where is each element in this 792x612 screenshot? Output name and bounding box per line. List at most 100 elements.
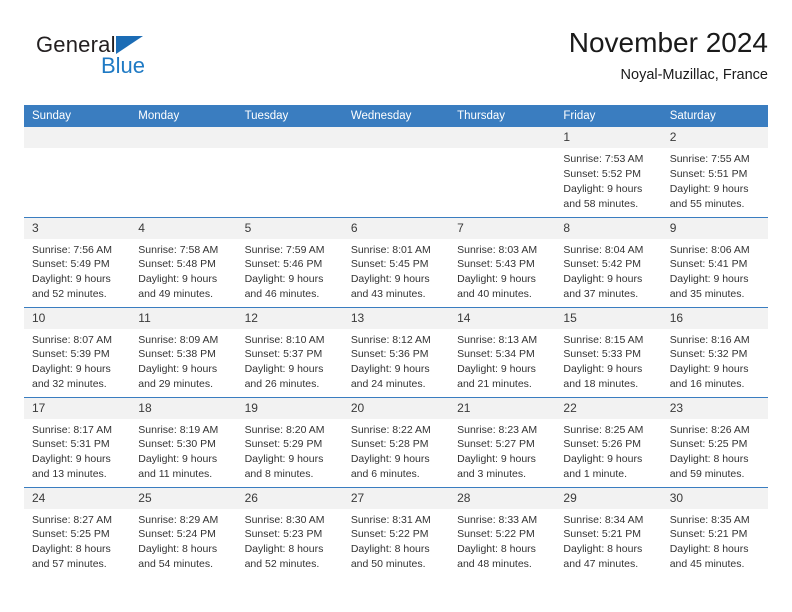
calendar-day-cell-empty xyxy=(342,127,450,217)
calendar-day-cell[interactable]: 28 Sunrise: 8:33 AM Sunset: 5:22 PM Dayligh… xyxy=(449,486,556,577)
day-details: Sunrise: 8:26 AM Sunset: 5:25 PM Daylight:… xyxy=(662,419,768,483)
calendar-day-cell[interactable]: 27 Sunrise: 8:31 AM Sunset: 5:22 PM Dayligh… xyxy=(342,486,450,577)
sunrise-text: Sunrise: 8:23 AM xyxy=(457,423,538,436)
calendar-day-cell-empty xyxy=(24,127,131,217)
calendar-day-cell[interactable]: 10 Sunrise: 8:07 AM Sunset: 5:39 PM Dayligh… xyxy=(24,306,131,397)
sunset-text: Sunset: 5:25 PM xyxy=(32,528,110,541)
day-number: 28 xyxy=(449,487,556,509)
day-number: 6 xyxy=(342,217,450,239)
day-number: 27 xyxy=(342,487,450,509)
daylight-text-line1: Daylight: 9 hours xyxy=(138,453,218,466)
daylight-text-line2: and 54 minutes. xyxy=(138,558,213,571)
calendar-day-cell[interactable]: 8 Sunrise: 8:04 AM Sunset: 5:42 PM Daylight… xyxy=(555,216,662,307)
day-details: Sunrise: 7:53 AM Sunset: 5:52 PM Daylight:… xyxy=(555,148,661,212)
daylight-text-line1: Daylight: 9 hours xyxy=(244,363,324,376)
calendar-day-cell[interactable]: 29 Sunrise: 8:34 AM Sunset: 5:21 PM Dayligh… xyxy=(555,486,662,577)
calendar-week-row: 10 Sunrise: 8:07 AM Sunset: 5:39 PM Dayligh… xyxy=(24,306,768,397)
calendar-day-cell[interactable]: 25 Sunrise: 8:29 AM Sunset: 5:24 PM Dayligh… xyxy=(130,486,237,577)
general-blue-logo[interactable]: General Blue xyxy=(36,34,216,90)
sunrise-text: Sunrise: 7:58 AM xyxy=(138,243,219,256)
day-details: Sunrise: 7:55 AM Sunset: 5:51 PM Daylight:… xyxy=(662,148,768,212)
daylight-text-line1: Daylight: 9 hours xyxy=(32,453,111,466)
calendar-day-cell[interactable]: 21 Sunrise: 8:23 AM Sunset: 5:27 PM Dayligh… xyxy=(449,396,556,487)
calendar-day-cell[interactable]: 3 Sunrise: 7:56 AM Sunset: 5:49 PM Daylight… xyxy=(24,216,131,307)
daylight-text-line2: and 13 minutes. xyxy=(32,468,107,481)
day-details: Sunrise: 8:34 AM Sunset: 5:21 PM Daylight:… xyxy=(555,509,661,573)
calendar-day-cell[interactable]: 5 Sunrise: 7:59 AM Sunset: 5:46 PM Daylight… xyxy=(236,216,343,307)
calendar-day-cell[interactable]: 12 Sunrise: 8:10 AM Sunset: 5:37 PM Dayligh… xyxy=(236,306,343,397)
sunrise-text: Sunrise: 8:20 AM xyxy=(244,423,325,436)
daylight-text-line1: Daylight: 9 hours xyxy=(350,453,430,466)
weekday-header-wednesday: Wednesday xyxy=(342,105,450,127)
sunset-text: Sunset: 5:21 PM xyxy=(563,528,642,541)
daylight-text-line2: and 3 minutes. xyxy=(457,468,527,481)
calendar-day-cell[interactable]: 18 Sunrise: 8:19 AM Sunset: 5:30 PM Dayligh… xyxy=(130,396,237,487)
calendar-day-cell[interactable]: 1 Sunrise: 7:53 AM Sunset: 5:52 PM Daylight… xyxy=(555,127,662,217)
day-number: 26 xyxy=(236,487,343,509)
sunrise-text: Sunrise: 8:29 AM xyxy=(138,513,219,526)
daylight-text-line1: Daylight: 9 hours xyxy=(350,273,430,286)
calendar-day-cell[interactable]: 15 Sunrise: 8:15 AM Sunset: 5:33 PM Dayligh… xyxy=(555,306,662,397)
daylight-text-line2: and 48 minutes. xyxy=(457,558,532,571)
calendar-day-cell[interactable]: 22 Sunrise: 8:25 AM Sunset: 5:26 PM Dayligh… xyxy=(555,396,662,487)
day-number xyxy=(342,127,450,148)
calendar-day-cell[interactable]: 23 Sunrise: 8:26 AM Sunset: 5:25 PM Dayligh… xyxy=(661,396,768,487)
sunrise-text: Sunrise: 8:25 AM xyxy=(563,423,644,436)
brand-triangle-icon xyxy=(116,36,143,54)
day-number xyxy=(449,127,556,148)
sunset-text: Sunset: 5:21 PM xyxy=(669,528,748,541)
day-details: Sunrise: 8:25 AM Sunset: 5:26 PM Daylight:… xyxy=(555,419,661,483)
calendar-day-cell[interactable]: 6 Sunrise: 8:01 AM Sunset: 5:45 PM Daylight… xyxy=(342,216,450,307)
sunset-text: Sunset: 5:22 PM xyxy=(350,528,429,541)
calendar-day-cell[interactable]: 16 Sunrise: 8:16 AM Sunset: 5:32 PM Dayligh… xyxy=(661,306,768,397)
day-details: Sunrise: 8:04 AM Sunset: 5:42 PM Daylight:… xyxy=(555,239,661,303)
daylight-text-line2: and 18 minutes. xyxy=(563,378,639,391)
day-details: Sunrise: 8:33 AM Sunset: 5:22 PM Daylight:… xyxy=(449,509,555,573)
calendar-week-row: 3 Sunrise: 7:56 AM Sunset: 5:49 PM Daylight… xyxy=(24,216,768,307)
calendar-day-cell[interactable]: 19 Sunrise: 8:20 AM Sunset: 5:29 PM Dayligh… xyxy=(236,396,343,487)
calendar-day-cell[interactable]: 9 Sunrise: 8:06 AM Sunset: 5:41 PM Daylight… xyxy=(661,216,768,307)
calendar-day-cell[interactable]: 20 Sunrise: 8:22 AM Sunset: 5:28 PM Dayligh… xyxy=(342,396,450,487)
calendar-day-cell[interactable]: 14 Sunrise: 8:13 AM Sunset: 5:34 PM Dayligh… xyxy=(449,306,556,397)
sunrise-text: Sunrise: 8:27 AM xyxy=(32,513,112,526)
daylight-text-line2: and 8 minutes. xyxy=(244,468,314,481)
sunrise-text: Sunrise: 8:16 AM xyxy=(669,333,750,346)
day-details: Sunrise: 7:59 AM Sunset: 5:46 PM Daylight:… xyxy=(237,239,343,303)
day-details: Sunrise: 8:06 AM Sunset: 5:41 PM Daylight:… xyxy=(662,239,768,303)
calendar-day-cell[interactable]: 17 Sunrise: 8:17 AM Sunset: 5:31 PM Dayligh… xyxy=(24,396,131,487)
sunrise-text: Sunrise: 8:26 AM xyxy=(669,423,750,436)
calendar-day-cell[interactable]: 24 Sunrise: 8:27 AM Sunset: 5:25 PM Dayligh… xyxy=(24,486,131,577)
daylight-text-line1: Daylight: 8 hours xyxy=(669,543,749,556)
weekday-header-monday: Monday xyxy=(130,105,237,127)
page-title: November 2024 xyxy=(568,27,768,58)
calendar-day-cell[interactable]: 11 Sunrise: 8:09 AM Sunset: 5:38 PM Dayligh… xyxy=(130,306,237,397)
daylight-text-line1: Daylight: 9 hours xyxy=(563,453,643,466)
calendar-day-cell[interactable]: 4 Sunrise: 7:58 AM Sunset: 5:48 PM Daylight… xyxy=(130,216,237,307)
sunset-text: Sunset: 5:46 PM xyxy=(244,258,323,271)
daylight-text-line1: Daylight: 9 hours xyxy=(563,273,643,286)
sunrise-text: Sunrise: 8:17 AM xyxy=(32,423,112,436)
calendar-day-cell[interactable]: 30 Sunrise: 8:35 AM Sunset: 5:21 PM Dayligh… xyxy=(661,486,768,577)
day-number: 18 xyxy=(130,397,237,419)
day-details: Sunrise: 8:09 AM Sunset: 5:38 PM Daylight:… xyxy=(130,329,236,393)
daylight-text-line1: Daylight: 9 hours xyxy=(138,273,218,286)
daylight-text-line2: and 47 minutes. xyxy=(563,558,639,571)
daylight-text-line2: and 55 minutes. xyxy=(669,197,745,210)
day-details: Sunrise: 7:58 AM Sunset: 5:48 PM Daylight:… xyxy=(130,239,236,303)
sunset-text: Sunset: 5:37 PM xyxy=(244,348,323,361)
daylight-text-line1: Daylight: 9 hours xyxy=(32,273,111,286)
calendar-week-row: 24 Sunrise: 8:27 AM Sunset: 5:25 PM Dayligh… xyxy=(24,486,768,577)
day-number: 1 xyxy=(555,127,662,148)
calendar-day-cell[interactable]: 26 Sunrise: 8:30 AM Sunset: 5:23 PM Dayligh… xyxy=(236,486,343,577)
day-details: Sunrise: 8:07 AM Sunset: 5:39 PM Daylight:… xyxy=(24,329,130,393)
calendar-day-cell[interactable]: 13 Sunrise: 8:12 AM Sunset: 5:36 PM Dayligh… xyxy=(342,306,450,397)
day-details: Sunrise: 8:01 AM Sunset: 5:45 PM Daylight:… xyxy=(343,239,449,303)
calendar-day-cell[interactable]: 2 Sunrise: 7:55 AM Sunset: 5:51 PM Daylight… xyxy=(661,127,768,217)
day-number: 21 xyxy=(449,397,556,419)
sunset-text: Sunset: 5:32 PM xyxy=(669,348,748,361)
sunset-text: Sunset: 5:42 PM xyxy=(563,258,642,271)
daylight-text-line2: and 6 minutes. xyxy=(350,468,420,481)
day-details: Sunrise: 8:12 AM Sunset: 5:36 PM Daylight:… xyxy=(343,329,449,393)
sunset-text: Sunset: 5:45 PM xyxy=(350,258,429,271)
calendar-day-cell[interactable]: 7 Sunrise: 8:03 AM Sunset: 5:43 PM Daylight… xyxy=(449,216,556,307)
